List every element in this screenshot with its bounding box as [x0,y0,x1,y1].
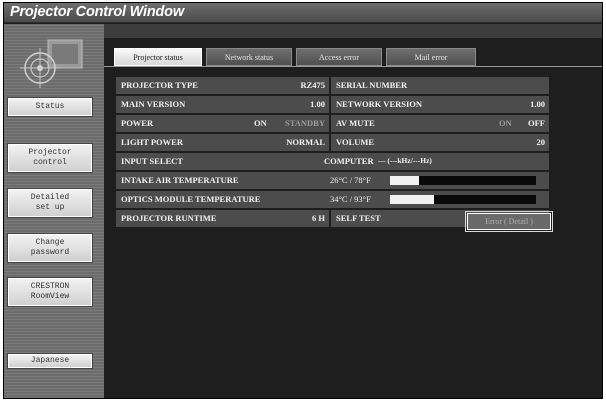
intake-air-temperature-bar [390,176,536,185]
row-serial-number: SERIAL NUMBER [331,77,549,94]
tab-projector-status[interactable]: Projector status [114,48,202,66]
projector-logo-icon [20,39,83,88]
sidebar-item-change-password[interactable]: Change password [7,233,93,263]
power-standby: STANDBY [285,118,325,128]
row-av-mute: AV MUTE ON OFF [331,115,549,132]
sidebar-item-projector-control[interactable]: Projector control [7,143,93,173]
projector-control-window: Projector Control Window Status Projecto… [3,2,603,399]
row-projector-type: PROJECTOR TYPE RZ475 [116,77,329,94]
input-select-value: COMPUTER [324,156,374,166]
optics-module-temperature-bar [390,195,536,204]
title-bar: Projector Control Window [4,3,602,23]
main-version-label: MAIN VERSION [121,99,186,109]
projector-runtime-label: PROJECTOR RUNTIME [121,213,217,223]
row-volume: VOLUME 20 [331,134,549,151]
row-network-version: NETWORK VERSION 1.00 [331,96,549,113]
projector-type-label: PROJECTOR TYPE [121,80,198,90]
optics-module-temperature-bar-fill [390,195,434,204]
row-intake-air-temperature: INTAKE AIR TEMPERATURE 26°C / 78°F [116,172,549,189]
row-main-version: MAIN VERSION 1.00 [116,96,329,113]
self-test-label: SELF TEST [336,213,381,223]
tab-network-status[interactable]: Network status [206,48,292,66]
intake-air-temperature-label: INTAKE AIR TEMPERATURE [121,175,239,185]
tab-divider [104,66,602,67]
light-power-label: LIGHT POWER [121,137,183,147]
optics-module-temperature-value: 34°C / 93°F [330,194,371,204]
row-light-power: LIGHT POWER NORMAL [116,134,329,151]
network-version-label: NETWORK VERSION [336,99,423,109]
av-mute-off: OFF [528,118,545,128]
top-band [104,24,602,38]
row-input-select: INPUT SELECT COMPUTER --- (---kHz/---Hz) [116,153,549,170]
window-title: Projector Control Window [10,4,184,20]
volume-label: VOLUME [336,137,375,147]
self-test-error-detail-button[interactable]: Error ( Detail ) [465,211,553,232]
row-power: POWER ON STANDBY [116,115,329,132]
volume-value: 20 [536,137,546,147]
language-button-japanese[interactable]: Japanese [7,353,93,369]
power-on: ON [254,118,267,128]
serial-number-label: SERIAL NUMBER [336,80,408,90]
main-panel: Projector status Network status Access e… [104,24,602,398]
input-select-label: INPUT SELECT [121,156,183,166]
row-projector-runtime: PROJECTOR RUNTIME 6 H [116,210,329,227]
input-select-frequency: --- (---kHz/---Hz) [378,156,432,165]
intake-air-temperature-value: 26°C / 78°F [330,175,371,185]
power-label: POWER [121,118,154,128]
projector-type-value: RZ475 [300,80,325,90]
sidebar-item-detailed-set-up[interactable]: Detailed set up [7,188,93,218]
main-version-value: 1.00 [310,99,325,109]
tab-mail-error[interactable]: Mail error [386,48,476,66]
row-optics-module-temperature: OPTICS MODULE TEMPERATURE 34°C / 93°F [116,191,549,208]
light-power-value: NORMAL [286,137,325,147]
tab-access-error[interactable]: Access error [296,48,382,66]
av-mute-label: AV MUTE [336,118,375,128]
intake-air-temperature-bar-fill [390,176,420,185]
sidebar-item-crestron-roomview[interactable]: CRESTRON RoomView [7,277,93,307]
av-mute-on: ON [499,118,512,128]
network-version-value: 1.00 [530,99,545,109]
optics-module-temperature-label: OPTICS MODULE TEMPERATURE [121,194,261,204]
sidebar: Status Projector control Detailed set up… [4,24,104,398]
projector-runtime-value: 6 H [312,213,325,223]
sidebar-item-status[interactable]: Status [7,97,93,117]
